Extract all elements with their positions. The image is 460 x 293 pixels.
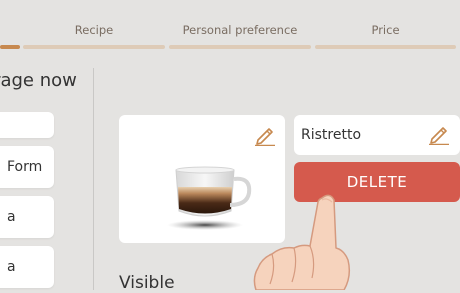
pencil-icon[interactable] — [428, 123, 450, 145]
tab-label-price: Price — [371, 23, 400, 37]
list-item-label: a — [7, 209, 16, 225]
tab-0[interactable] — [0, 0, 20, 52]
recipe-name-card[interactable]: Ristretto — [294, 115, 460, 155]
list-item[interactable]: a — [0, 196, 54, 238]
tab-indicator-active — [0, 45, 20, 49]
list-item[interactable]: a — [0, 246, 54, 288]
tab-recipe[interactable]: Recipe — [23, 0, 165, 52]
tab-personal-preference[interactable]: Personal preference — [169, 0, 311, 52]
pointing-hand-icon — [253, 194, 351, 290]
sidebar-divider — [93, 68, 94, 290]
screen: Recipe Personal preference Price erage n… — [0, 0, 460, 293]
list-item-label: Form — [7, 159, 43, 175]
tab-indicator — [315, 45, 456, 49]
pencil-icon[interactable] — [254, 124, 276, 146]
espresso-cup-icon — [167, 166, 252, 230]
tab-label-recipe: Recipe — [74, 23, 114, 37]
tab-indicator — [23, 45, 165, 49]
tab-bar: Recipe Personal preference Price — [0, 0, 460, 52]
recipe-name-label: Ristretto — [301, 127, 362, 143]
list-item[interactable]: Form — [0, 146, 54, 188]
list-item[interactable] — [0, 112, 54, 138]
list-item-label: a — [7, 259, 16, 275]
tab-indicator — [169, 45, 311, 49]
tab-label-personal-preference: Personal preference — [182, 23, 298, 37]
visible-label: Visible — [119, 273, 175, 293]
section-title: erage now — [0, 70, 77, 91]
tab-price[interactable]: Price — [315, 0, 456, 52]
